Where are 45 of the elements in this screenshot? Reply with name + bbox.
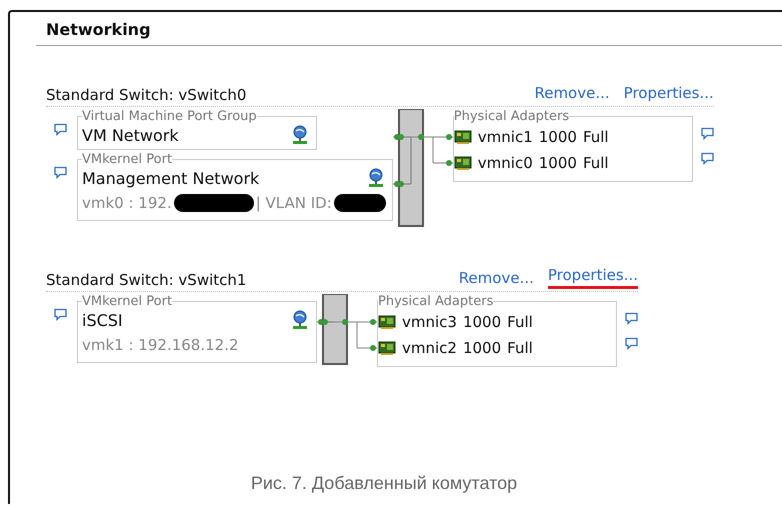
adapter-duplex: Full [582, 154, 609, 172]
comment-icon[interactable] [54, 123, 67, 136]
network-card-icon [454, 156, 472, 170]
port-details: vmk1 : 192.168.12.2 [82, 336, 239, 354]
adapter-speed: 1000 [462, 339, 502, 357]
remove-link[interactable]: Remove... [534, 84, 610, 104]
adapter-duplex: Full [507, 313, 533, 331]
comment-icon[interactable] [625, 337, 638, 350]
switch-title: Standard Switch: vSwitch1 [46, 271, 248, 289]
network-card-icon [454, 130, 472, 144]
properties-link[interactable]: Properties... [624, 84, 714, 104]
port-details: vmk0 : 192. [82, 194, 172, 212]
adapter-name: vmnic2 [402, 339, 457, 357]
network-card-icon [378, 341, 396, 355]
adapter-name: vmnic1 [478, 128, 533, 146]
switch-title: Standard Switch: vSwitch0 [46, 86, 248, 104]
adapter-speed: 1000 [538, 154, 577, 172]
group-caption: VMkernel Port [82, 294, 172, 309]
port-group-name: Management Network [82, 168, 260, 188]
adapter-name: vmnic3 [402, 313, 457, 331]
remove-link[interactable]: Remove... [458, 269, 534, 289]
group-caption: Virtual Machine Port Group [82, 109, 257, 124]
port-details: | VLAN ID: [256, 194, 332, 212]
comment-icon[interactable] [54, 308, 67, 321]
comment-icon[interactable] [54, 166, 67, 179]
network-card-icon [378, 315, 396, 329]
figure-caption: Рис. 7. Добавленный комутатор [250, 473, 518, 494]
comment-icon[interactable] [700, 127, 714, 140]
properties-link[interactable]: Properties... [548, 266, 638, 289]
redaction-mark [334, 194, 386, 212]
group-caption: Physical Adapters [378, 294, 494, 309]
network-icon [290, 125, 310, 145]
adapter-speed: 1000 [462, 313, 502, 331]
network-icon [290, 310, 310, 330]
adapter-name: vmnic0 [478, 154, 533, 172]
adapter-speed: 1000 [538, 128, 577, 146]
port-group-name: iSCSI [82, 310, 123, 330]
adapter-duplex: Full [582, 128, 609, 146]
comment-icon[interactable] [700, 152, 714, 165]
panel-title: Networking [36, 12, 782, 46]
group-caption: Physical Adapters [454, 109, 570, 124]
adapter-duplex: Full [507, 339, 533, 357]
port-group-name: VM Network [82, 126, 179, 144]
comment-icon[interactable] [625, 312, 638, 325]
group-caption: VMkernel Port [82, 152, 172, 167]
